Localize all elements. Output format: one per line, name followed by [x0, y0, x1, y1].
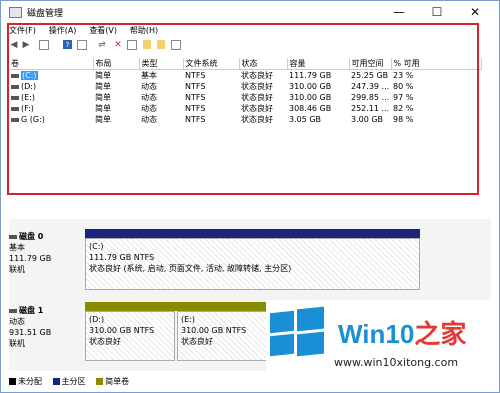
column-layout[interactable]: 布局 — [93, 58, 140, 70]
column-volume[interactable]: 卷 — [9, 58, 94, 70]
open-icon[interactable] — [157, 40, 165, 49]
brand-title: Win10之家 — [338, 319, 467, 349]
disk-icon — [9, 234, 17, 239]
disk-management-icon — [9, 7, 22, 18]
minimize-button[interactable]: — — [385, 3, 413, 21]
delete-icon[interactable]: ✕ — [113, 40, 123, 50]
column-type[interactable]: 类型 — [139, 58, 184, 70]
help-icon[interactable]: ? — [63, 40, 72, 49]
table-row[interactable]: G (G:) 简单 动态 NTFS 状态良好 3.05 GB 3.00 GB 98 % — [9, 114, 481, 125]
brand-url: www.win10xitong.com — [334, 356, 459, 369]
drive-icon — [11, 106, 19, 111]
column-capacity[interactable]: 容量 — [287, 58, 350, 70]
window-title: 磁盘管理 — [27, 9, 64, 19]
menu-view[interactable]: 查看(V) — [89, 25, 117, 36]
console-tree-icon[interactable] — [39, 40, 49, 50]
simple-volume-swatch — [96, 378, 104, 385]
column-header-row: 卷 布局 类型 文件系统 状态 容量 可用空间 % 可用 — [9, 58, 482, 70]
check-icon[interactable] — [127, 40, 137, 50]
disk-icon — [9, 308, 17, 313]
close-button[interactable]: ✕ — [461, 3, 489, 21]
new-volume-icon[interactable] — [143, 40, 151, 49]
primary-partition-bar — [85, 229, 420, 238]
partition-d[interactable]: (D:) 310.00 GB NTFS 状态良好 — [85, 311, 175, 361]
windows-logo-icon — [270, 306, 326, 358]
toolbar: ◀ ▶ ? ⇌ ✕ — [9, 39, 489, 53]
column-percent-free[interactable]: % 可用 — [391, 58, 482, 70]
primary-swatch — [52, 378, 60, 385]
refresh-icon[interactable] — [171, 40, 181, 50]
menu-action[interactable]: 操作(A) — [49, 25, 77, 36]
win10-watermark: Win10之家 www.win10xitong.com — [266, 300, 492, 378]
drive-icon — [11, 95, 19, 100]
menu-help[interactable]: 帮助(H) — [130, 25, 158, 36]
drive-icon — [11, 73, 19, 78]
table-row[interactable]: (E:) 简单 动态 NTFS 状态良好 310.00 GB 299.85 ... 97 … — [9, 92, 481, 103]
drive-icon — [11, 84, 19, 89]
column-filesystem[interactable]: 文件系统 — [183, 58, 240, 70]
column-status[interactable]: 状态 — [239, 58, 288, 70]
forward-arrow-icon[interactable]: ▶ — [21, 40, 31, 50]
title-bar: 磁盘管理 — ☐ ✕ — [1, 1, 499, 23]
partition-c[interactable]: (C:) 111.79 GB NTFS 状态良好 (系统, 启动, 页面文件, … — [85, 238, 420, 290]
legend: 未分配 主分区 简单卷 — [9, 376, 137, 388]
table-row[interactable]: (C:) 简单 基本 NTFS 状态良好 111.79 GB 25.25 GB 23 % — [9, 70, 481, 82]
volume-list: 卷 布局 类型 文件系统 状态 容量 可用空间 % 可用 (C:) 简单 基本 NT… — [9, 58, 482, 125]
table-row[interactable]: (F:) 简单 动态 NTFS 状态良好 308.46 GB 252.11 ... 82 … — [9, 103, 481, 114]
maximize-button[interactable]: ☐ — [423, 3, 451, 21]
properties-icon[interactable] — [77, 40, 87, 50]
drive-icon — [11, 117, 19, 122]
partition-e[interactable]: (E:) 310.00 GB NTFS 状态良好 — [177, 311, 267, 361]
disk1-header[interactable]: 磁盘 1 动态 931.51 GB 联机 — [9, 305, 81, 349]
back-arrow-icon[interactable]: ◀ — [9, 40, 19, 50]
unallocated-swatch — [9, 378, 16, 385]
column-free-space[interactable]: 可用空间 — [349, 58, 392, 70]
menu-bar: 文件(F) 操作(A) 查看(V) 帮助(H) — [9, 25, 168, 37]
disk0-header[interactable]: 磁盘 0 基本 111.79 GB 联机 — [9, 231, 81, 275]
menu-file[interactable]: 文件(F) — [9, 25, 36, 36]
connect-icon[interactable]: ⇌ — [97, 40, 107, 50]
table-row[interactable]: (D:) 简单 动态 NTFS 状态良好 310.00 GB 247.39 ... 80 … — [9, 81, 481, 92]
